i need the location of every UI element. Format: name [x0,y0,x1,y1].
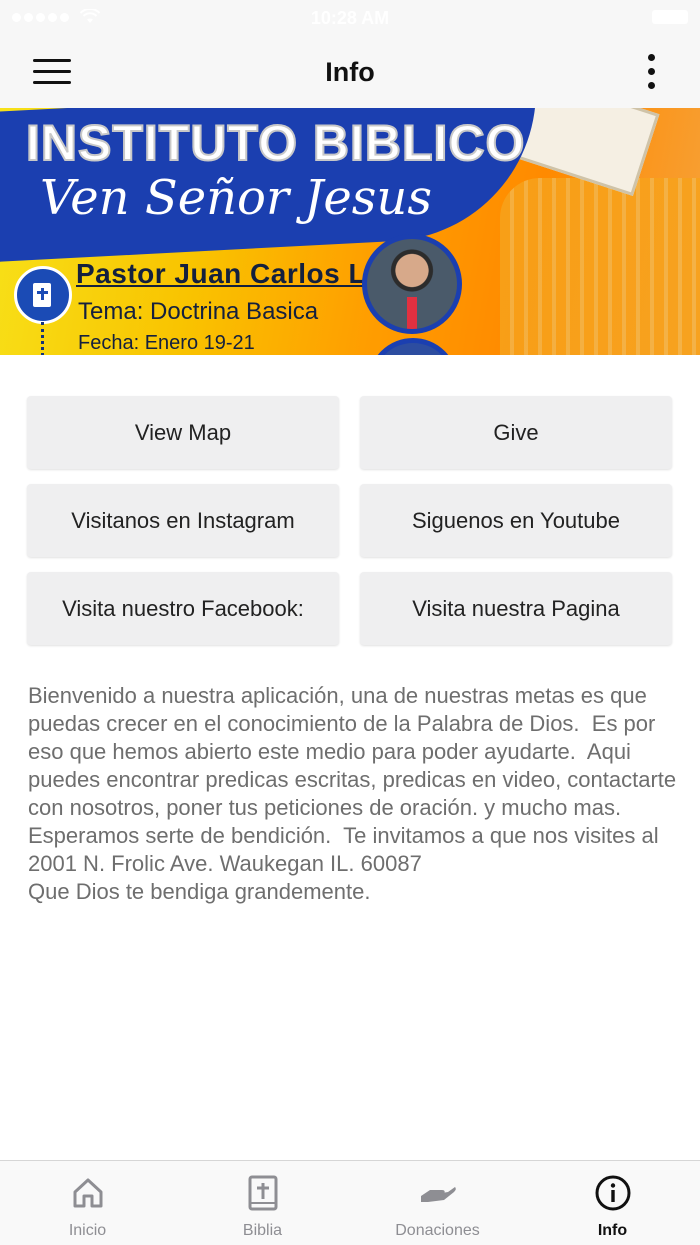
pastor-portrait [362,234,462,334]
info-icon [525,1173,700,1213]
welcome-description: Bienvenido a nuestra aplicación, una de … [28,683,677,904]
give-button[interactable]: Give [360,396,672,469]
banner-dotted-line [41,322,44,355]
tab-biblia-label: Biblia [242,1222,283,1239]
tab-biblia[interactable]: Biblia [175,1161,350,1245]
second-portrait [368,338,458,355]
nav-bar: Info [0,36,700,108]
status-time: 10:28 AM [310,8,390,28]
page-title: Info [325,57,375,87]
donation-hand-icon [350,1173,525,1213]
banner-image: INSTITUTO BIBLICO Ven Señor Jesus Pastor… [0,108,700,355]
tab-info-label: Info [597,1222,628,1239]
tab-info[interactable]: Info [525,1161,700,1245]
tab-inicio[interactable]: Inicio [0,1161,175,1245]
banner-fecha: Fecha: Enero 19-21 [78,332,255,354]
banner-script-text: Ven Señor Jesus [40,170,432,226]
banner-knit-texture [500,178,700,355]
banner-title: INSTITUTO BIBLICO [25,114,526,172]
tab-inicio-label: Inicio [68,1222,107,1239]
facebook-button[interactable]: Visita nuestro Facebook: [27,572,339,645]
hamburger-menu-icon[interactable] [33,56,73,88]
status-bar: 10:28 AM [0,0,700,36]
instagram-button[interactable]: Visitanos en Instagram [27,484,339,557]
youtube-button[interactable]: Siguenos en Youtube [360,484,672,557]
bible-icon [14,266,72,324]
home-icon [0,1173,175,1213]
tab-donaciones-label: Donaciones [395,1222,480,1239]
banner-tema: Tema: Doctrina Basica [78,298,319,325]
website-button[interactable]: Visita nuestra Pagina [360,572,672,645]
vertical-ellipsis-icon[interactable] [644,52,660,92]
battery-icon [652,10,688,24]
tab-bar: Inicio Biblia Donaciones Info [0,1160,700,1245]
view-map-button[interactable]: View Map [27,396,339,469]
tab-donaciones[interactable]: Donaciones [350,1161,525,1245]
bible-icon [175,1173,350,1213]
